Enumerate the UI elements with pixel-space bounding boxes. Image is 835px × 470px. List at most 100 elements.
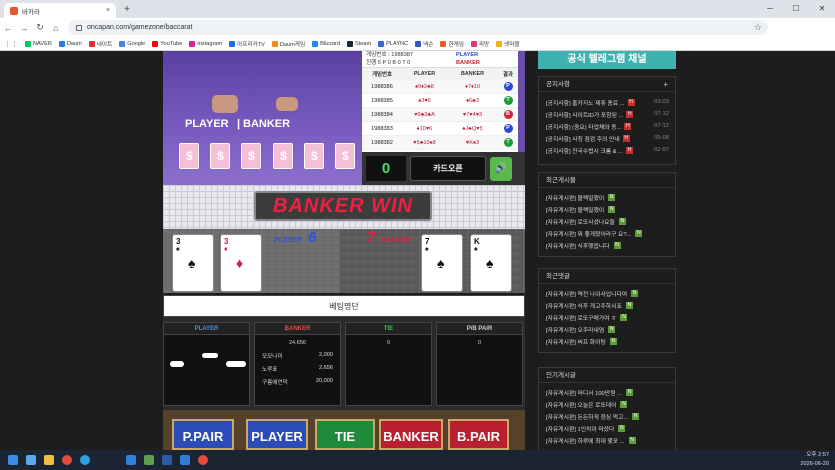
- new-badge: N: [635, 229, 643, 237]
- app-icon[interactable]: [177, 452, 193, 468]
- recent-post-text: [자유게시판] 블랙밀했이: [546, 207, 605, 214]
- result-text: BANKER WIN: [273, 194, 413, 217]
- recent-comment[interactable]: [자유게시판] 식후 개고주하시죠 N: [539, 299, 675, 311]
- recent-post[interactable]: [자유게시판] 식후했읍니다 N: [539, 239, 675, 251]
- bookmark-item[interactable]: PLAYNC: [378, 40, 408, 47]
- popular-post[interactable]: [자유게시판] 오늘은 로또데이 N: [539, 398, 675, 410]
- notice-date: 07-12: [654, 123, 669, 129]
- baccarat-game-panel: PLAYER | BANKER 게임번호 : 1988387 진행 5 P 0 …: [163, 51, 525, 293]
- masked-name: [170, 361, 184, 367]
- playing-card: 7 ♠ ♠: [421, 234, 463, 292]
- popular-post[interactable]: [자유게시판] 하루에 최대 몇포 ... N: [539, 434, 675, 446]
- bookmark-label: 네이트: [96, 41, 113, 48]
- close-window-button[interactable]: ✕: [809, 0, 835, 18]
- recent-post[interactable]: [자유게시판] 로또사셨나요들 N: [539, 215, 675, 227]
- edge-icon[interactable]: [77, 452, 93, 468]
- bookmark-item[interactable]: NAVER: [25, 40, 52, 47]
- bookmark-item[interactable]: 피망: [470, 40, 489, 48]
- word-icon[interactable]: [159, 452, 175, 468]
- forward-icon[interactable]: →: [16, 23, 32, 33]
- browser-tab[interactable]: 바카라 ×: [4, 3, 116, 18]
- masked-name: [226, 361, 246, 367]
- telegram-channel-button[interactable]: 공식 텔레그램 채널: [538, 51, 676, 69]
- history-round: 1988384: [371, 111, 393, 118]
- result-badge: T: [503, 96, 513, 105]
- popular-post[interactable]: [자유게시판] 머디서 100만원 ... N: [539, 386, 675, 398]
- notice-text: [공지사항] (중요) 타업체와 동...: [546, 124, 622, 131]
- recent-post[interactable]: [자유게시판] 블랙밀했이 N: [539, 191, 675, 203]
- notice-item[interactable]: [공지사항] (중요) 타업체와 동... H 07-12: [539, 120, 675, 132]
- bookmark-item[interactable]: Daum게임: [271, 40, 305, 48]
- notice-item[interactable]: [공지사항] 사이트ID가 포함된 ... H 07-12: [539, 108, 675, 120]
- betting-title: 베팅명단: [163, 295, 525, 317]
- taskview-icon[interactable]: [23, 452, 39, 468]
- bet-banker-button[interactable]: BANKER: [379, 419, 443, 450]
- bookmark-label: 넥슨: [423, 41, 434, 48]
- playing-card: 3 ♠ ♠: [172, 234, 214, 292]
- recent-comment[interactable]: [자유게시판] 오주라내염 N: [539, 323, 675, 335]
- bookmark-favicon-icon: [440, 40, 447, 47]
- bet-player-button[interactable]: PLAYER: [246, 419, 308, 450]
- explorer-icon[interactable]: [41, 452, 57, 468]
- new-badge: N: [618, 424, 626, 432]
- result-banner: BANKER WIN: [254, 191, 432, 221]
- popular-post[interactable]: [자유게시판] 돈든하게 점심 먹고... N: [539, 410, 675, 422]
- bookmark-item[interactable]: Daum: [58, 40, 82, 47]
- bookmark-item[interactable]: 아프리카TV: [229, 40, 265, 48]
- notice-more-icon[interactable]: +: [663, 77, 668, 92]
- notice-item[interactable]: [공지사항] 전국수렵시 크롬 & ... H 02-07: [539, 144, 675, 156]
- bookmark-item[interactable]: 한게임: [440, 40, 464, 48]
- apps-grid-icon[interactable]: ⋮⋮: [4, 40, 18, 48]
- bookmark-item[interactable]: YouTube: [152, 40, 182, 47]
- address-bar[interactable]: oncapan.com/gamezone/baccarat ☆: [68, 20, 768, 35]
- clock-date: 2026-06-20: [800, 461, 829, 467]
- card-open-button[interactable]: 카드오픈: [410, 156, 486, 181]
- bookmark-item[interactable]: 넷마블: [496, 40, 520, 48]
- bookmark-item[interactable]: 넥슨: [415, 40, 433, 48]
- sound-icon[interactable]: 🔊: [490, 156, 512, 181]
- back-icon[interactable]: ←: [0, 23, 16, 33]
- app-icon[interactable]: [141, 452, 157, 468]
- recent-post[interactable]: [자유게시판] 뭐 좋게왔어라구 요?... N: [539, 227, 675, 239]
- bookmark-item[interactable]: Blizzard: [312, 40, 340, 47]
- notice-date: 07-12: [654, 111, 669, 117]
- recent-post[interactable]: [자유게시판] 블랙밀했이 N: [539, 203, 675, 215]
- history-player-cards: ♥9♣3♣A: [414, 111, 435, 118]
- bookmarks-bar: ⋮⋮ NAVER Daum 네이트 Google YouTube Instagram 아프리카…: [0, 37, 835, 51]
- banker-score: 7: [367, 229, 376, 246]
- reload-icon[interactable]: ↻: [32, 22, 48, 33]
- bet-tie-button[interactable]: TIE: [315, 419, 375, 450]
- minimize-button[interactable]: ─: [757, 0, 783, 18]
- recent-comment[interactable]: [자유게시판] 로또구매가여 ㅎN: [539, 311, 675, 323]
- maximize-button[interactable]: ☐: [783, 0, 809, 18]
- new-tab-button[interactable]: +: [120, 3, 134, 16]
- app-icon[interactable]: [123, 452, 139, 468]
- home-icon[interactable]: ⌂: [48, 23, 64, 33]
- recent-post-text: [자유게시판] 로또사셨나요들: [546, 219, 615, 226]
- notice-item[interactable]: [공지사항] 홈카지노 제휴 종료 ... H 03-03: [539, 96, 675, 108]
- new-badge: N: [632, 412, 640, 420]
- bookmark-item[interactable]: Steam: [347, 40, 371, 47]
- bookmark-item[interactable]: Instagram: [189, 40, 222, 47]
- bookmark-item[interactable]: 네이트: [88, 40, 113, 48]
- card-rank: 3: [224, 237, 229, 246]
- start-icon[interactable]: [5, 452, 21, 468]
- notice-item[interactable]: [공지사항] 사칭 점검 주의 안내 H 05-08: [539, 132, 675, 144]
- recent-comment[interactable]: [자유게시판] 버프 화이팅 N: [539, 335, 675, 347]
- chrome-active-icon[interactable]: [195, 452, 211, 468]
- popular-post[interactable]: [자유게시판] 1인치이 마셨다 N: [539, 422, 675, 434]
- chrome-icon[interactable]: [59, 452, 75, 468]
- bookmark-star-icon[interactable]: ☆: [754, 22, 762, 33]
- card-rank: 3: [176, 237, 181, 246]
- bet-b-pair-button[interactable]: B.PAIR: [448, 419, 509, 450]
- card-suit-icon: ♠: [425, 246, 429, 253]
- bet-p-pair-button[interactable]: P.PAIR: [172, 419, 234, 450]
- history-banker-cards: ♥K♠3: [465, 139, 480, 146]
- recent-comment[interactable]: [자유게시판] 역전 나이사입니다여 N: [539, 287, 675, 299]
- tab-close-icon[interactable]: ×: [106, 7, 110, 14]
- popular-posts-title: 인기게시글: [539, 368, 675, 383]
- site-info-icon[interactable]: [76, 24, 82, 31]
- bookmark-item[interactable]: Google: [119, 40, 145, 47]
- system-clock[interactable]: 오후 2:57 2026-06-20: [800, 451, 829, 469]
- card-suit-icon: ♦: [236, 255, 244, 271]
